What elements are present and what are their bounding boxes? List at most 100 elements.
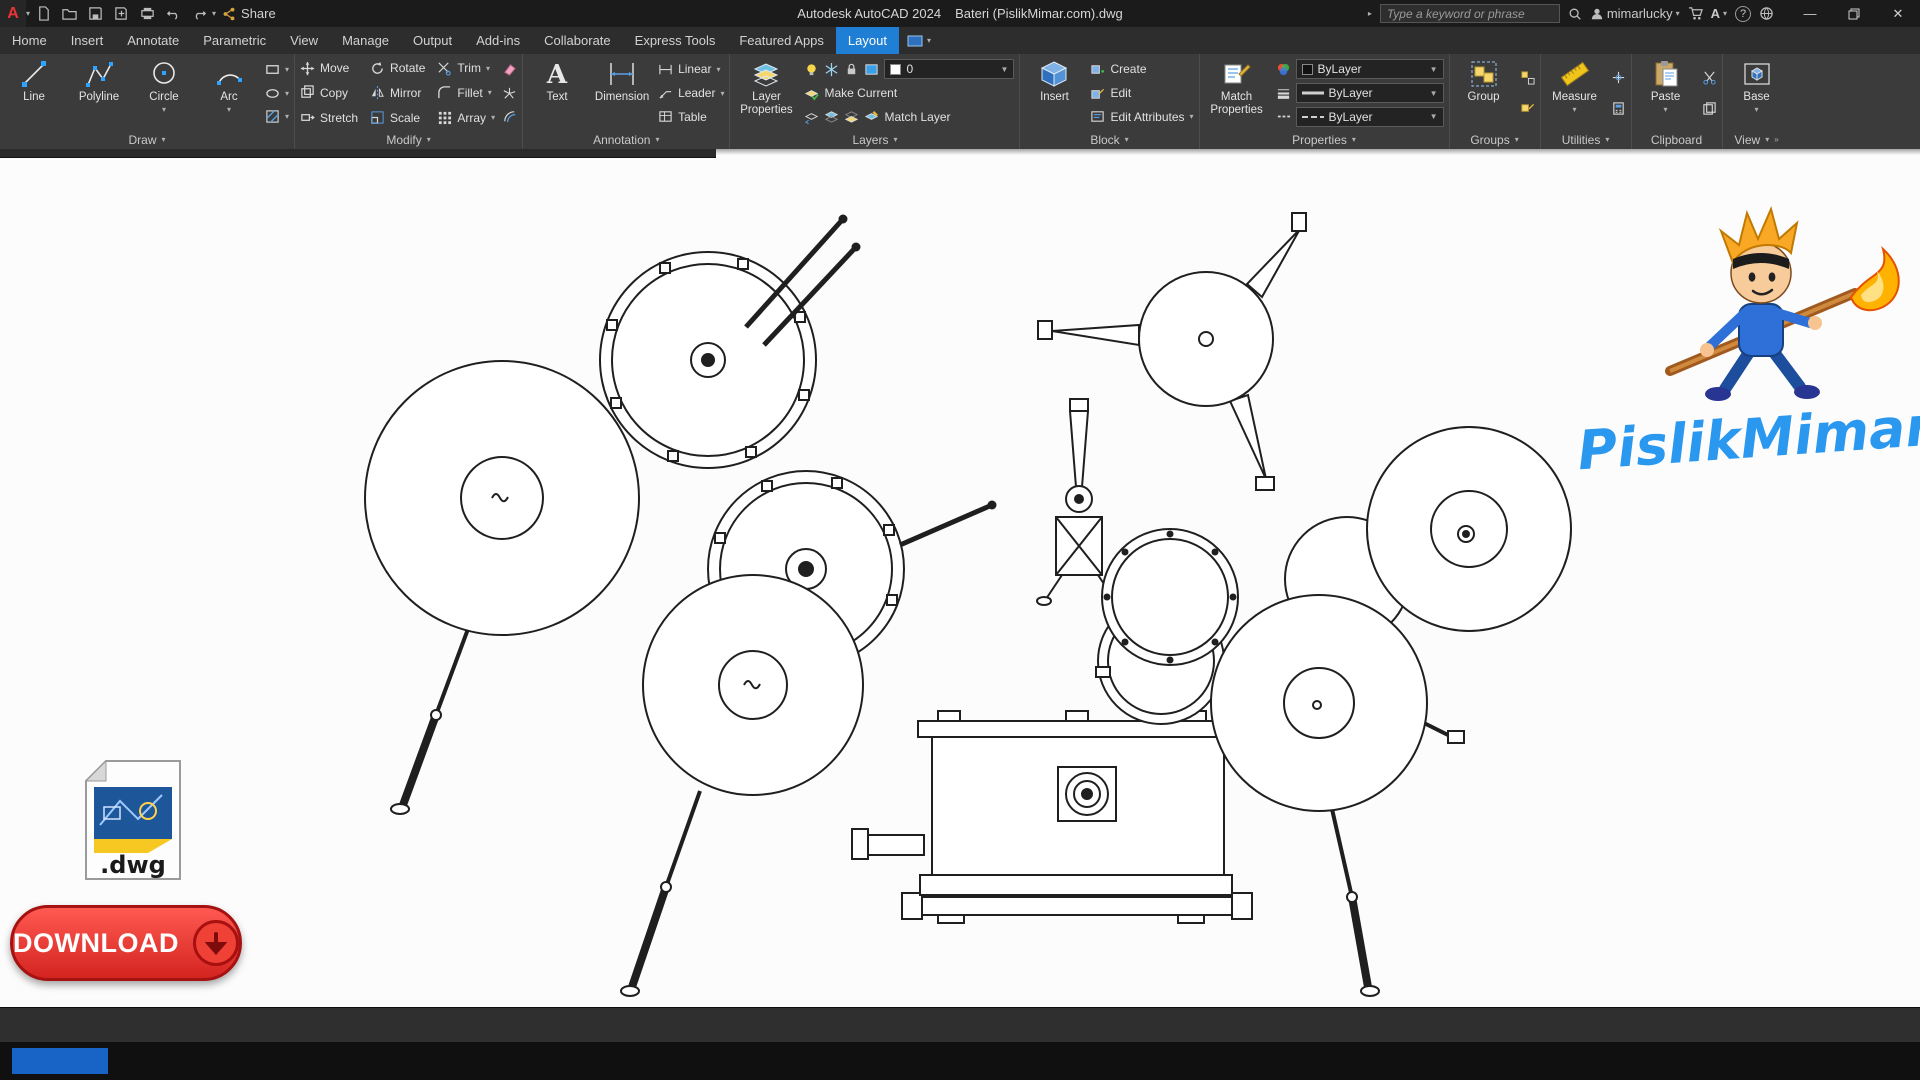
autocad-logo[interactable]: A bbox=[0, 0, 26, 27]
erase-tool-button[interactable] bbox=[502, 58, 517, 81]
move-tool-button[interactable]: Move bbox=[300, 57, 358, 80]
tab-view[interactable]: View bbox=[278, 27, 330, 54]
drawing-canvas[interactable]: PislikMimar .dwg DOWNLOAD bbox=[0, 149, 1920, 1007]
layer-unisolate-icon[interactable] bbox=[844, 109, 859, 124]
panel-label-utilities[interactable]: Utilities▾ bbox=[1546, 130, 1626, 149]
copy-clip-button[interactable] bbox=[1702, 97, 1717, 120]
tab-insert[interactable]: Insert bbox=[59, 27, 116, 54]
linear-dimension-button[interactable]: Linear▾ bbox=[658, 58, 724, 81]
layer-freeze-icon[interactable] bbox=[824, 62, 839, 77]
ribbon-display-toggle[interactable]: ▾ bbox=[899, 27, 939, 54]
quick-calc-button[interactable] bbox=[1611, 97, 1626, 120]
layer-color-icon[interactable] bbox=[864, 62, 879, 77]
open-file-button[interactable] bbox=[56, 0, 82, 27]
leader-button[interactable]: Leader▾ bbox=[658, 82, 724, 105]
layer-prev-icon[interactable] bbox=[804, 109, 819, 124]
make-current-button[interactable]: Make Current bbox=[804, 82, 1014, 105]
minimize-button[interactable]: — bbox=[1788, 0, 1832, 27]
tab-addins[interactable]: Add-ins bbox=[464, 27, 532, 54]
tab-parametric[interactable]: Parametric bbox=[191, 27, 278, 54]
hatch-tool-button[interactable]: ▾ bbox=[265, 105, 289, 128]
trim-tool-button[interactable]: Trim▾ bbox=[437, 57, 495, 80]
download-button[interactable]: DOWNLOAD bbox=[10, 905, 242, 981]
group-edit-button[interactable] bbox=[1520, 97, 1535, 120]
tab-featured-apps[interactable]: Featured Apps bbox=[727, 27, 836, 54]
id-point-button[interactable] bbox=[1611, 66, 1626, 89]
panel-label-modify[interactable]: Modify▾ bbox=[300, 130, 517, 149]
tab-express-tools[interactable]: Express Tools bbox=[623, 27, 728, 54]
share-button[interactable]: Share bbox=[222, 6, 276, 21]
line-tool-button[interactable]: Line bbox=[5, 56, 63, 130]
arc-dropdown-icon[interactable]: ▾ bbox=[227, 106, 231, 115]
tab-collaborate[interactable]: Collaborate bbox=[532, 27, 623, 54]
cart-icon[interactable] bbox=[1688, 6, 1703, 21]
save-button[interactable] bbox=[82, 0, 108, 27]
layer-isolate-icon[interactable] bbox=[824, 109, 839, 124]
explode-tool-button[interactable] bbox=[502, 82, 517, 105]
table-button[interactable]: Table bbox=[658, 105, 724, 128]
match-properties-button[interactable]: Match Properties bbox=[1205, 56, 1269, 130]
match-layer-button[interactable]: Match Layer bbox=[864, 109, 950, 124]
measure-dropdown-icon[interactable]: ▾ bbox=[1573, 106, 1577, 115]
layer-properties-button[interactable]: Layer Properties bbox=[735, 56, 797, 130]
layer-select-combo[interactable]: 0 ▼ bbox=[884, 59, 1014, 79]
panel-label-view[interactable]: View▾» bbox=[1728, 130, 1786, 149]
ungroup-button[interactable] bbox=[1520, 66, 1535, 89]
account-menu[interactable]: mimarlucky ▾ bbox=[1590, 6, 1680, 21]
panel-label-block[interactable]: Block▾ bbox=[1025, 130, 1193, 149]
close-button[interactable]: ✕ bbox=[1876, 0, 1920, 27]
cut-button[interactable] bbox=[1702, 66, 1717, 89]
circle-dropdown-icon[interactable]: ▾ bbox=[162, 106, 166, 115]
panel-label-properties[interactable]: Properties▾ bbox=[1205, 130, 1444, 149]
qat-customize-chevron-icon[interactable]: ▾ bbox=[212, 9, 216, 18]
mirror-tool-button[interactable]: Mirror bbox=[370, 81, 425, 104]
base-view-button[interactable]: Base▾ bbox=[1728, 56, 1786, 130]
tab-layout[interactable]: Layout bbox=[836, 27, 899, 54]
new-file-button[interactable] bbox=[30, 0, 56, 27]
array-tool-button[interactable]: Array▾ bbox=[437, 106, 495, 129]
panel-label-draw[interactable]: Draw▾ bbox=[5, 130, 289, 149]
undo-button[interactable] bbox=[160, 0, 186, 27]
arc-tool-button[interactable]: Arc▾ bbox=[200, 56, 258, 130]
tab-annotate[interactable]: Annotate bbox=[115, 27, 191, 54]
dimension-tool-button[interactable]: Dimension bbox=[593, 56, 651, 130]
insert-block-button[interactable]: Insert bbox=[1025, 56, 1083, 130]
edit-attributes-button[interactable]: Edit Attributes▾ bbox=[1090, 105, 1193, 128]
scale-tool-button[interactable]: Scale bbox=[370, 106, 425, 129]
offset-tool-button[interactable] bbox=[502, 105, 517, 128]
rotate-tool-button[interactable]: Rotate bbox=[370, 57, 425, 80]
object-color-combo[interactable]: ByLayer ▼ bbox=[1296, 59, 1444, 79]
copy-tool-button[interactable]: Copy bbox=[300, 81, 358, 104]
circle-tool-button[interactable]: Circle▾ bbox=[135, 56, 193, 130]
ellipse-tool-button[interactable]: ▾ bbox=[265, 82, 289, 105]
panel-label-clipboard[interactable]: Clipboard bbox=[1637, 130, 1717, 149]
panel-label-layers[interactable]: Layers▾ bbox=[735, 130, 1014, 149]
rectangle-tool-button[interactable]: ▾ bbox=[265, 58, 289, 81]
search-history-chevron-icon[interactable]: ▸ bbox=[1368, 9, 1372, 18]
search-input[interactable] bbox=[1380, 4, 1560, 23]
panel-label-annotation[interactable]: Annotation▾ bbox=[528, 130, 724, 149]
restore-button[interactable] bbox=[1832, 0, 1876, 27]
lineweight-combo[interactable]: ByLayer ▼ bbox=[1296, 83, 1444, 103]
paste-button[interactable]: Paste▾ bbox=[1637, 56, 1695, 130]
paste-dropdown-icon[interactable]: ▾ bbox=[1664, 106, 1668, 115]
save-as-button[interactable] bbox=[108, 0, 134, 27]
tab-home[interactable]: Home bbox=[0, 27, 59, 54]
text-tool-button[interactable]: A Text bbox=[528, 56, 586, 130]
tab-manage[interactable]: Manage bbox=[330, 27, 401, 54]
autodesk-app-menu[interactable]: A ▾ bbox=[1711, 6, 1727, 21]
linetype-combo[interactable]: ByLayer ▼ bbox=[1296, 107, 1444, 127]
layer-lock-icon[interactable] bbox=[844, 62, 859, 77]
redo-button[interactable] bbox=[186, 0, 212, 27]
tab-output[interactable]: Output bbox=[401, 27, 464, 54]
fillet-tool-button[interactable]: Fillet▾ bbox=[437, 81, 495, 104]
measure-button[interactable]: Measure▾ bbox=[1546, 56, 1604, 130]
panel-label-groups[interactable]: Groups▾ bbox=[1455, 130, 1535, 149]
connect-icon[interactable] bbox=[1759, 6, 1774, 21]
edit-block-button[interactable]: Edit bbox=[1090, 82, 1193, 105]
create-block-button[interactable]: Create bbox=[1090, 58, 1193, 81]
layer-on-icon[interactable] bbox=[804, 62, 819, 77]
stretch-tool-button[interactable]: Stretch bbox=[300, 106, 358, 129]
search-icon[interactable] bbox=[1568, 7, 1582, 21]
help-button[interactable]: ? bbox=[1735, 6, 1751, 22]
